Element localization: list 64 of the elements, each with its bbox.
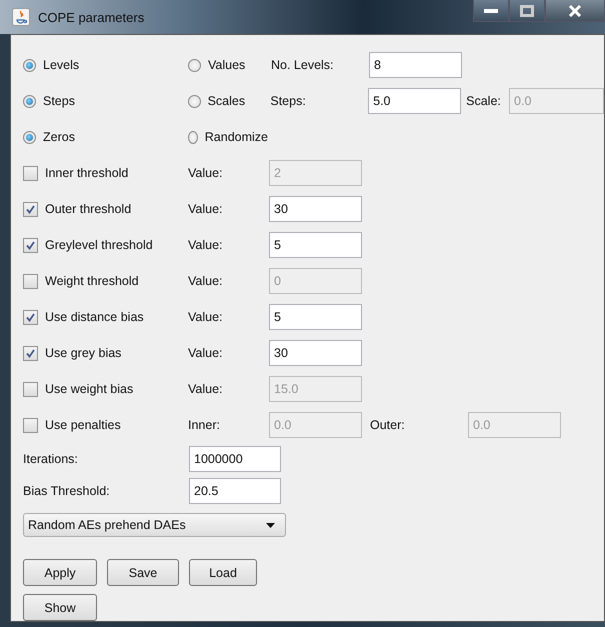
radio-label: Steps (43, 94, 75, 108)
radio-button[interactable] (188, 58, 201, 72)
input-field[interactable]: 5.0 (368, 88, 462, 114)
field-label: No. Levels: (271, 58, 335, 72)
radio-label: Levels (43, 58, 80, 72)
radio-button[interactable] (188, 130, 198, 144)
input-field[interactable]: 1000000 (189, 446, 281, 472)
input-field[interactable]: 5 (269, 304, 362, 330)
checkbox-label: Outer threshold (45, 202, 132, 216)
checkbox[interactable] (23, 346, 38, 360)
field-label: Bias Threshold: (23, 484, 111, 498)
field-label: Value: (188, 238, 224, 252)
radio-label: Scales (208, 94, 246, 108)
radio-button[interactable] (23, 130, 36, 144)
action-button[interactable]: Save (107, 559, 179, 586)
radio-label: Values (208, 58, 246, 72)
field-label: Iterations: (23, 452, 79, 466)
field-label: Outer: (370, 418, 406, 432)
checkbox[interactable] (23, 238, 38, 252)
caret-icon (266, 522, 275, 528)
checkbox[interactable] (23, 310, 38, 324)
checkbox[interactable] (23, 418, 38, 432)
checkbox-label: Use distance bias (45, 310, 144, 324)
input-field[interactable]: 30 (269, 196, 362, 222)
radio-button[interactable] (23, 94, 36, 108)
minimize-icon (484, 8, 498, 14)
checkbox-label: Inner threshold (45, 166, 128, 180)
checkbox[interactable] (23, 202, 38, 216)
field-label: Value: (188, 346, 224, 360)
radio-button[interactable] (188, 94, 201, 108)
checkbox-label: Use grey bias (45, 346, 122, 360)
field-label: Value: (188, 202, 224, 216)
checkbox-label: Use weight bias (45, 382, 134, 396)
close-button[interactable] (545, 0, 605, 22)
close-icon (568, 4, 582, 16)
maximize-button[interactable] (509, 0, 545, 22)
radio-label: Randomize (204, 130, 268, 144)
field-label: Value: (188, 274, 224, 288)
maximize-icon (520, 4, 534, 16)
window-title: COPE parameters (38, 10, 144, 24)
checkbox[interactable] (23, 166, 38, 180)
checkbox-label: Use penalties (45, 418, 121, 432)
dropdown[interactable]: Random AEs prehend DAEs (23, 513, 286, 537)
field-label: Value: (188, 166, 224, 180)
radio-label: Zeros (43, 130, 75, 144)
checkbox[interactable] (23, 382, 38, 396)
field-label: Scale: (466, 94, 502, 108)
input-field[interactable]: 5 (269, 232, 362, 258)
input-field[interactable]: 20.5 (189, 478, 281, 504)
action-button[interactable]: Show (23, 594, 97, 621)
input-field[interactable]: 8 (369, 52, 462, 78)
field-label: Inner: (188, 418, 221, 432)
field-label: Steps: (270, 94, 307, 108)
action-button[interactable]: Load (189, 559, 257, 586)
radio-button[interactable] (23, 58, 36, 72)
input-field[interactable]: 30 (269, 340, 362, 366)
field-label: Value: (188, 310, 224, 324)
minimize-button[interactable] (473, 0, 509, 22)
checkbox-label: Weight threshold (45, 274, 139, 288)
field-label: Value: (188, 382, 224, 396)
cup-icon (12, 8, 30, 26)
checkbox[interactable] (23, 274, 38, 288)
action-button[interactable]: Apply (23, 559, 97, 586)
checkbox-label: Greylevel threshold (45, 238, 153, 252)
